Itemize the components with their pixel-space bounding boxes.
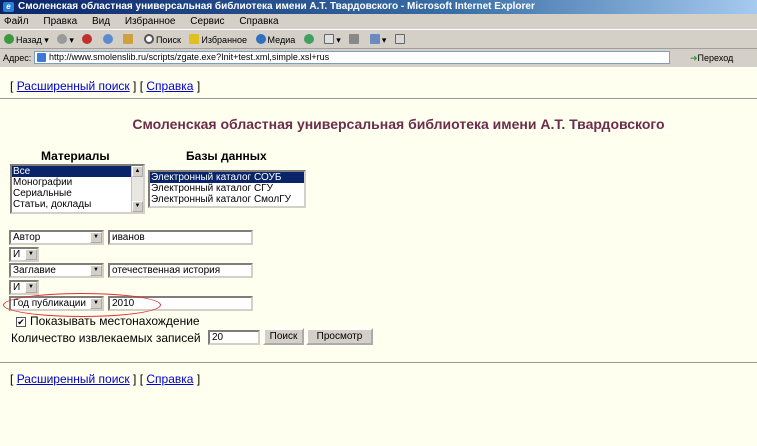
forward-button[interactable]: ▾	[57, 31, 74, 49]
field2-select[interactable]: Заглавие ▼	[9, 263, 104, 278]
help-link[interactable]: Справка	[146, 79, 193, 93]
menu-edit[interactable]: Правка	[43, 16, 77, 27]
refresh-button[interactable]	[102, 31, 115, 49]
help-link[interactable]: Справка	[146, 372, 193, 386]
address-url: http://www.smolenslib.ru/scripts/zgate.e…	[49, 52, 330, 62]
browser-window: e Смоленская областная универсальная биб…	[0, 0, 757, 446]
list-item[interactable]: Электронный каталог СмолГУ	[150, 194, 304, 205]
page-title: Смоленская областная универсальная библи…	[132, 116, 665, 132]
discuss-icon	[394, 34, 405, 44]
title-bar: e Смоленская областная универсальная биб…	[0, 0, 757, 14]
chevron-down-icon: ▼	[90, 298, 102, 309]
go-arrow-icon: ➜	[690, 53, 698, 63]
history-icon	[303, 34, 314, 44]
home-icon	[123, 34, 134, 44]
toolbar: Назад ▾ ▾ Поиск Избранное Медиа ▾ ▾	[0, 31, 757, 49]
menu-favorites[interactable]: Избранное	[125, 16, 176, 27]
page-icon	[37, 53, 46, 62]
list-item[interactable]: Все	[12, 166, 143, 177]
favorites-button[interactable]: Избранное	[189, 31, 247, 49]
materials-listbox[interactable]: Все Монографии Сериальные Статьи, доклад…	[10, 164, 145, 214]
view-button[interactable]: Просмотр	[306, 328, 373, 345]
list-item[interactable]: Сериальные	[12, 188, 143, 199]
address-label: Адрес:	[3, 53, 32, 63]
mail-icon	[324, 34, 335, 44]
forward-arrow-icon	[57, 34, 68, 44]
value1-input[interactable]: иванов	[108, 230, 253, 245]
field1-select[interactable]: Автор ▼	[9, 230, 104, 245]
back-button[interactable]: Назад ▾	[4, 31, 49, 49]
refresh-icon	[102, 34, 113, 44]
top-links: [ Расширенный поиск ] [ Справка ]	[10, 79, 201, 93]
ie-logo-icon: e	[3, 2, 14, 12]
home-button[interactable]	[123, 31, 135, 49]
chevron-down-icon: ▼	[25, 282, 37, 293]
show-location-checkbox[interactable]: ✔	[16, 317, 26, 327]
discuss-button[interactable]	[394, 31, 407, 49]
address-bar: Адрес: http://www.smolenslib.ru/scripts/…	[0, 50, 757, 66]
mail-button[interactable]: ▾	[324, 31, 341, 49]
list-item[interactable]: Электронный каталог СОУБ	[150, 172, 304, 183]
menu-view[interactable]: Вид	[92, 16, 110, 27]
go-button[interactable]: ➜Переход	[690, 50, 733, 66]
show-location-label: Показывать местонахождение	[30, 314, 200, 328]
search-submit-button[interactable]: Поиск	[263, 328, 304, 345]
menu-help[interactable]: Справка	[239, 16, 278, 27]
page-content: [ Расширенный поиск ] [ Справка ] Смолен…	[0, 67, 757, 446]
chevron-down-icon: ▼	[90, 232, 102, 243]
list-item[interactable]: Электронный каталог СГУ	[150, 183, 304, 194]
databases-listbox[interactable]: Электронный каталог СОУБ Электронный кат…	[148, 170, 306, 208]
search-icon	[143, 34, 154, 44]
menu-bar: Файл Правка Вид Избранное Сервис Справка	[0, 14, 757, 30]
chevron-down-icon: ▼	[90, 265, 102, 276]
menu-file[interactable]: Файл	[4, 16, 29, 27]
media-icon	[255, 34, 266, 44]
chevron-down-icon: ▼	[25, 249, 37, 260]
media-button[interactable]: Медиа	[255, 31, 295, 49]
print-icon	[349, 34, 360, 44]
edit-icon	[369, 34, 380, 44]
bottom-links: [ Расширенный поиск ] [ Справка ]	[10, 372, 201, 386]
top-divider	[0, 98, 757, 99]
print-button[interactable]	[349, 31, 361, 49]
op1-select[interactable]: И ▼	[9, 247, 39, 262]
stop-button[interactable]	[82, 31, 94, 49]
records-count-input[interactable]: 20	[208, 330, 260, 345]
scroll-down-icon[interactable]: ▼	[132, 201, 143, 212]
value3-input[interactable]: 2010	[108, 296, 253, 311]
scroll-up-icon[interactable]: ▲	[132, 166, 143, 177]
favorites-icon	[189, 34, 200, 44]
address-input[interactable]: http://www.smolenslib.ru/scripts/zgate.e…	[34, 51, 670, 64]
field3-select[interactable]: Год публикации ▼	[9, 296, 104, 311]
list-item[interactable]: Монографии	[12, 177, 143, 188]
records-count-label: Количество извлекаемых записей	[11, 331, 201, 345]
bottom-divider	[0, 362, 757, 363]
advanced-search-link[interactable]: Расширенный поиск	[17, 372, 130, 386]
menu-tools[interactable]: Сервис	[190, 16, 224, 27]
list-item[interactable]: Статьи, доклады	[12, 199, 143, 210]
value2-input[interactable]: отечественная история	[108, 263, 253, 278]
history-button[interactable]	[303, 31, 316, 49]
back-arrow-icon	[4, 34, 14, 44]
edit-button[interactable]: ▾	[369, 31, 386, 49]
stop-icon	[82, 34, 93, 44]
window-title: Смоленская областная универсальная библи…	[18, 1, 535, 12]
advanced-search-link[interactable]: Расширенный поиск	[17, 79, 130, 93]
materials-label: Материалы	[41, 149, 110, 163]
materials-scrollbar[interactable]: ▲ ▼	[131, 166, 143, 212]
op2-select[interactable]: И ▼	[9, 280, 39, 295]
search-button[interactable]: Поиск	[143, 31, 181, 49]
databases-label: Базы данных	[186, 149, 267, 163]
